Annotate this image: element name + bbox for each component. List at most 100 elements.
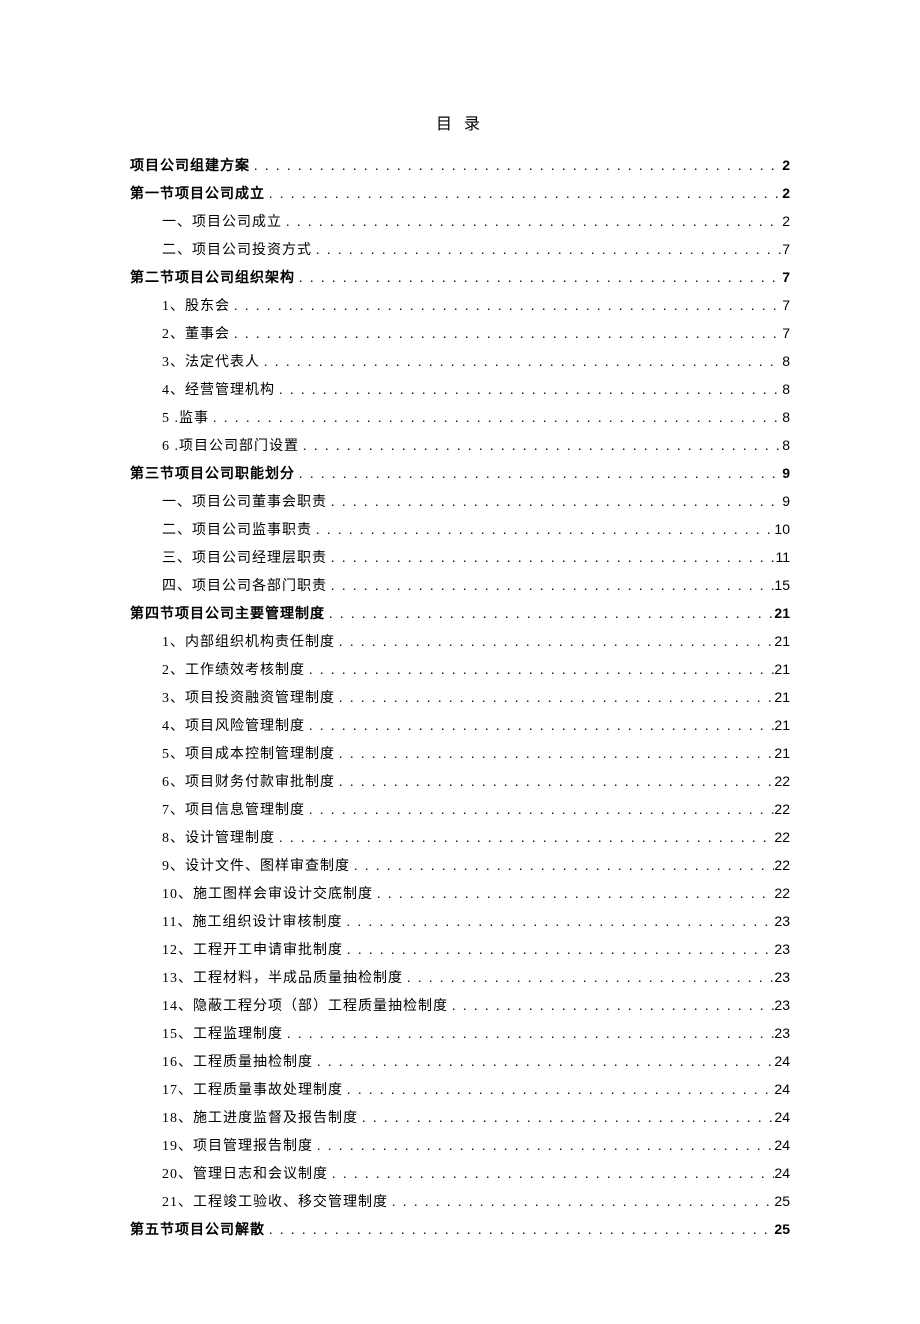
toc-entry-page: 23	[774, 992, 790, 1018]
toc-leader-dots	[275, 378, 782, 404]
toc-leader-dots	[299, 434, 782, 460]
toc-entry-label: 3、法定代表人	[162, 350, 260, 376]
toc-entry-label: 一、项目公司成立	[162, 210, 282, 236]
toc-entry-page: 22	[774, 852, 790, 878]
toc-entry-label: 第一节项目公司成立	[130, 182, 265, 208]
toc-entry-label: 第三节项目公司职能划分	[130, 462, 295, 488]
toc-entry[interactable]: 项目公司组建方案 2	[130, 152, 790, 180]
toc-entry-page: 7	[782, 236, 790, 262]
toc-leader-dots	[305, 658, 774, 684]
page-container: 目 录 项目公司组建方案2第一节项目公司成立2一、项目公司成立2二、项目公司投资…	[0, 0, 920, 1324]
toc-entry-page: 23	[774, 936, 790, 962]
toc-leader-dots	[295, 266, 782, 292]
toc-leader-dots	[313, 1050, 774, 1076]
toc-entry-label: 15、工程监理制度	[162, 1022, 283, 1048]
toc-entry[interactable]: 11、施工组织设计审核制度23	[130, 908, 790, 936]
toc-entry[interactable]: 4、经营管理机构8	[130, 376, 790, 404]
toc-entry[interactable]: 10、施工图样会审设计交底制度22	[130, 880, 790, 908]
toc-entry[interactable]: 3、项目投资融资管理制度21	[130, 684, 790, 712]
toc-entry-page: 2	[782, 152, 790, 178]
toc-leader-dots	[343, 938, 774, 964]
toc-leader-dots	[335, 630, 774, 656]
toc-entry-label: 项目公司组建方案	[130, 154, 250, 180]
toc-leader-dots	[275, 826, 774, 852]
toc-entry-page: 10	[774, 516, 790, 542]
toc-entry-page: 22	[774, 796, 790, 822]
toc-entry-label: 20、管理日志和会议制度	[162, 1162, 328, 1188]
toc-entry[interactable]: 8、设计管理制度 22	[130, 824, 790, 852]
toc-entry-page: 9	[782, 460, 790, 486]
toc-entry-page: 22	[774, 768, 790, 794]
toc-entry-label: 第五节项目公司解散	[130, 1218, 265, 1244]
toc-leader-dots	[327, 546, 775, 572]
toc-entry[interactable]: 3、法定代表人 8	[130, 348, 790, 376]
toc-entry-page: 7	[782, 264, 790, 290]
toc-entry[interactable]: 1、股东会7	[130, 292, 790, 320]
toc-leader-dots	[350, 854, 774, 880]
toc-leader-dots	[230, 294, 782, 320]
toc-entry-page: 11	[775, 544, 790, 570]
toc-entry[interactable]: 14、隐蔽工程分项（部）工程质量抽检制度23	[130, 992, 790, 1020]
toc-entry[interactable]: 5、项目成本控制管理制度21	[130, 740, 790, 768]
toc-entry[interactable]: 9、设计文件、图样审查制度 22	[130, 852, 790, 880]
toc-entry-label: 8、设计管理制度	[162, 826, 275, 852]
toc-entry-label: 5、项目成本控制管理制度	[162, 742, 335, 768]
toc-entry[interactable]: 第一节项目公司成立 2	[130, 180, 790, 208]
toc-leader-dots	[335, 742, 774, 768]
toc-entry-label: 二、项目公司投资方式	[162, 238, 312, 264]
toc-leader-dots	[313, 1134, 774, 1160]
toc-entry-label: 7、项目信息管理制度	[162, 798, 305, 824]
toc-entry[interactable]: 2、董事会7	[130, 320, 790, 348]
toc-entry-label: 2、工作绩效考核制度	[162, 658, 305, 684]
toc-entry[interactable]: 四、项目公司各部门职责15	[130, 572, 790, 600]
toc-entry-label: 9、设计文件、图样审查制度	[162, 854, 350, 880]
toc-entry[interactable]: 16、工程质量抽检制度24	[130, 1048, 790, 1076]
toc-leader-dots	[343, 1078, 774, 1104]
toc-leader-dots	[265, 182, 782, 208]
toc-entry[interactable]: 18、施工进度监督及报告制度24	[130, 1104, 790, 1132]
toc-leader-dots	[403, 966, 774, 992]
toc-entry[interactable]: 二、项目公司投资方式 7	[130, 236, 790, 264]
toc-entry[interactable]: 20、管理日志和会议制度24	[130, 1160, 790, 1188]
toc-entry-label: 1、股东会	[162, 294, 230, 320]
toc-leader-dots	[312, 518, 774, 544]
toc-entry[interactable]: 4、项目风险管理制度 21	[130, 712, 790, 740]
toc-entry[interactable]: 15、工程监理制度23	[130, 1020, 790, 1048]
toc-entry-page: 21	[774, 656, 790, 682]
toc-leader-dots	[335, 770, 774, 796]
toc-leader-dots	[448, 994, 774, 1020]
toc-entry-label: 12、工程开工申请审批制度	[162, 938, 343, 964]
toc-entry-page: 25	[774, 1216, 790, 1242]
toc-entry-page: 22	[774, 824, 790, 850]
toc-entry-page: 21	[774, 712, 790, 738]
toc-entry[interactable]: 二、项目公司监事职责10	[130, 516, 790, 544]
toc-entry[interactable]: 一、项目公司成立2	[130, 208, 790, 236]
toc-entry[interactable]: 13、工程材料，半成品质量抽检制度23	[130, 964, 790, 992]
toc-leader-dots	[335, 686, 774, 712]
toc-leader-dots	[305, 798, 774, 824]
toc-entry[interactable]: 第五节项目公司解散 25	[130, 1216, 790, 1244]
toc-entry-page: 8	[782, 348, 790, 374]
toc-entry[interactable]: 6、项目财务付款审批制度22	[130, 768, 790, 796]
toc-entry-label: 第四节项目公司主要管理制度	[130, 602, 325, 628]
toc-entry[interactable]: 6 .项目公司部门设置8	[130, 432, 790, 460]
toc-entry[interactable]: 17、工程质量事故处理制度24	[130, 1076, 790, 1104]
toc-entry[interactable]: 三、项目公司经理层职责11	[130, 544, 790, 572]
toc-entry[interactable]: 1、内部组织机构责任制度21	[130, 628, 790, 656]
toc-entry[interactable]: 第二节项目公司组织架构7	[130, 264, 790, 292]
toc-entry-label: 16、工程质量抽检制度	[162, 1050, 313, 1076]
toc-entry[interactable]: 第四节项目公司主要管理制度21	[130, 600, 790, 628]
toc-entry[interactable]: 第三节项目公司职能划分 9	[130, 460, 790, 488]
toc-entry[interactable]: 2、工作绩效考核制度 21	[130, 656, 790, 684]
toc-entry[interactable]: 19、项目管理报告制度24	[130, 1132, 790, 1160]
toc-entry[interactable]: 7、项目信息管理制度 22	[130, 796, 790, 824]
toc-entry-page: 2	[782, 180, 790, 206]
toc-entry-label: 4、项目风险管理制度	[162, 714, 305, 740]
toc-entry-page: 8	[782, 404, 790, 430]
toc-entry-label: 5 .监事	[162, 406, 209, 432]
toc-entry[interactable]: 12、工程开工申请审批制度 23	[130, 936, 790, 964]
toc-entry[interactable]: 一、项目公司董事会职责9	[130, 488, 790, 516]
toc-entry-page: 15	[774, 572, 790, 598]
toc-entry[interactable]: 5 .监事 8	[130, 404, 790, 432]
toc-entry[interactable]: 21、工程竣工验收、移交管理制度25	[130, 1188, 790, 1216]
